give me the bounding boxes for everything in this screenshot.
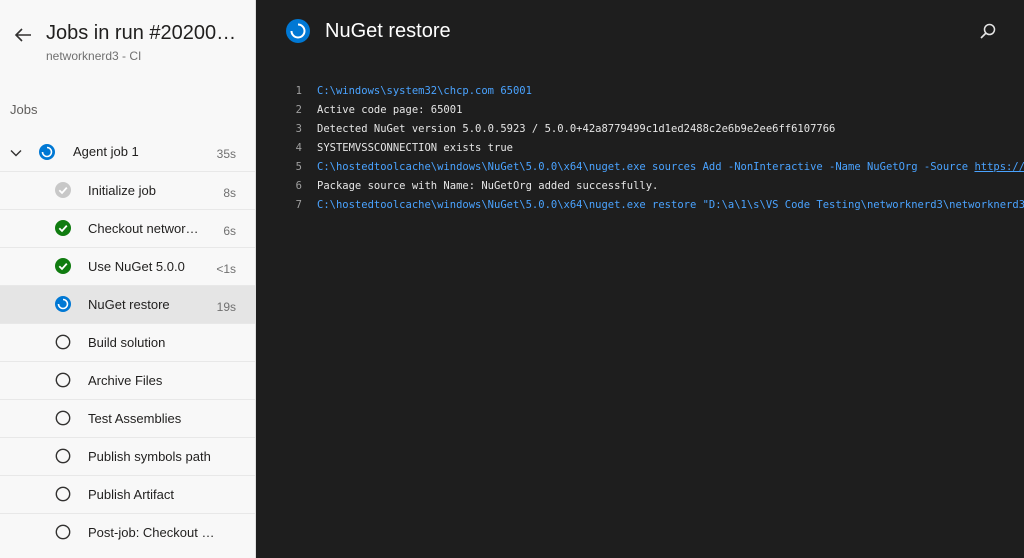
pending-circle-icon [55,448,71,464]
step-row[interactable]: Publish symbols path [0,437,255,475]
jobs-section-label: Jobs [10,102,38,117]
step-label: Publish symbols path [88,449,211,464]
agent-job-duration: 35s [216,147,236,161]
completed-check-icon [55,182,71,198]
step-row[interactable]: Checkout networ… 6s [0,209,255,247]
log-output: 1 C:\windows\system32\chcp.com 65001 2 Acti… [256,82,1024,215]
source-link[interactable]: https://api.nuget.org/v3/index.json [974,161,1024,173]
pending-circle-icon [55,486,71,502]
log-text-content: C:\hostedtoolcache\windows\NuGet\5.0.0\x… [317,199,1024,211]
step-label: NuGet restore [88,297,170,312]
succeeded-check-icon [55,220,71,236]
step-duration: 19s [216,300,236,314]
run-title: Jobs in run #20200… [46,22,237,44]
log-line: 4 SYSTEMVSSCONNECTION exists true [256,139,1024,158]
running-icon [39,144,55,160]
log-text: SYSTEMVSSCONNECTION exists true [317,139,513,158]
log-text: C:\windows\system32\chcp.com 65001 [317,82,532,101]
running-icon [55,296,71,312]
step-label: Use NuGet 5.0.0 [88,259,185,274]
line-number: 5 [295,161,302,173]
pending-circle-icon [55,524,71,540]
running-icon [286,19,310,48]
line-number: 3 [295,123,302,135]
step-row[interactable]: Use NuGet 5.0.0 <1s [0,247,255,285]
succeeded-check-icon [55,258,71,274]
log-panel: NuGet restore 1 C:\windows\system32\chcp.… [256,0,1024,558]
line-number: 2 [295,104,302,116]
line-number: 6 [295,180,302,192]
chevron-down-icon[interactable] [10,146,22,158]
log-text-content: C:\windows\system32\chcp.com 65001 [317,85,532,97]
log-line: 3 Detected NuGet version 5.0.0.5923 / 5.0… [256,120,1024,139]
back-arrow-icon[interactable] [12,24,34,46]
step-row[interactable]: Build solution [0,323,255,361]
step-label: Publish Artifact [88,487,174,502]
agent-job-row[interactable]: Agent job 1 35s [0,133,255,171]
step-label: Initialize job [88,183,156,198]
step-row[interactable]: Test Assemblies [0,399,255,437]
step-duration: 6s [223,224,236,238]
step-row[interactable]: Publish Artifact [0,475,255,513]
log-text: Package source with Name: NuGetOrg added… [317,177,658,196]
log-text-content: Detected NuGet version 5.0.0.5923 / 5.0.… [317,123,836,135]
step-row[interactable]: Post-job: Checkout … [0,513,255,551]
log-text-content: Active code page: 65001 [317,104,463,116]
task-title: NuGet restore [325,20,451,42]
pending-circle-icon [55,372,71,388]
log-line: 6 Package source with Name: NuGetOrg adde… [256,177,1024,196]
log-text: C:\hostedtoolcache\windows\NuGet\5.0.0\x… [317,196,1024,215]
step-label: Checkout networ… [88,221,199,236]
agent-job-label: Agent job 1 [73,144,139,159]
search-icon[interactable] [979,22,997,40]
log-text-content: C:\hostedtoolcache\windows\NuGet\5.0.0\x… [317,161,975,173]
step-label: Archive Files [88,373,163,388]
log-line: 2 Active code page: 65001 [256,101,1024,120]
line-number: 7 [295,199,302,211]
step-row[interactable]: Initialize job 8s [0,171,255,209]
pending-circle-icon [55,334,71,350]
pending-circle-icon [55,410,71,426]
line-number: 1 [295,85,302,97]
step-label: Build solution [88,335,166,350]
step-row[interactable]: Archive Files [0,361,255,399]
step-label: Post-job: Checkout … [88,525,215,540]
step-label: Test Assemblies [88,411,182,426]
log-line: 5 C:\hostedtoolcache\windows\NuGet\5.0.0\… [256,158,1024,177]
jobs-sidebar: Jobs in run #20200… networknerd3 - CI Jo… [0,0,256,558]
steps-list: Initialize job 8s Checkout networ… 6s Use Nu… [0,171,255,551]
log-line: 1 C:\windows\system32\chcp.com 65001 [256,82,1024,101]
step-duration: <1s [216,262,236,276]
log-text: C:\hostedtoolcache\windows\NuGet\5.0.0\x… [317,158,1024,177]
log-text: Active code page: 65001 [317,101,462,120]
log-line: 7 C:\hostedtoolcache\windows\NuGet\5.0.0\… [256,196,1024,215]
step-duration: 8s [223,186,236,200]
log-text-content: SYSTEMVSSCONNECTION exists true [317,142,513,154]
pipeline-name: networknerd3 - CI [46,49,142,63]
log-text: Detected NuGet version 5.0.0.5923 / 5.0.… [317,120,835,139]
step-row[interactable]: NuGet restore 19s [0,285,255,323]
line-number: 4 [295,142,302,154]
log-text-content: Package source with Name: NuGetOrg added… [317,180,659,192]
